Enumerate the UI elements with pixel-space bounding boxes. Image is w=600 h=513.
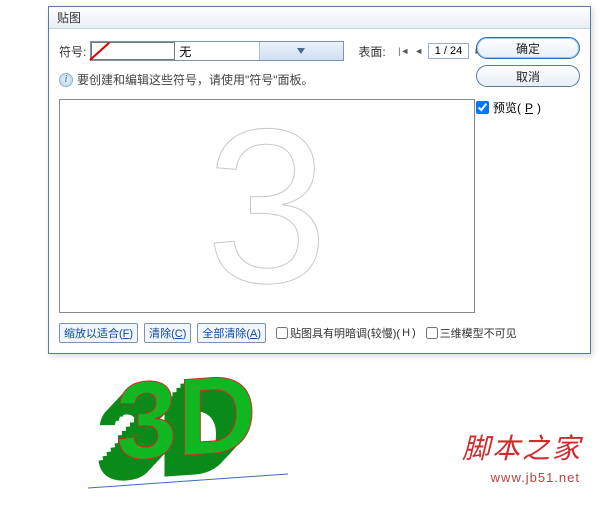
face-page-input[interactable]: 1 / 24: [428, 43, 470, 59]
preview-checkbox-input[interactable]: [476, 101, 489, 114]
clear-all-button[interactable]: 全部清除(A): [197, 323, 266, 343]
watermark-url: www.jb51.net: [491, 470, 580, 485]
symbol-combo[interactable]: 无: [90, 41, 344, 61]
scale-to-fit-button[interactable]: 缩放以适合(F): [59, 323, 138, 343]
preview-glyph: 3: [206, 99, 328, 313]
shade-artwork-checkbox[interactable]: 贴图具有明暗调(较慢)(H): [276, 325, 416, 341]
bottom-controls: 缩放以适合(F) 清除(C) 全部清除(A) 贴图具有明暗调(较慢)(H) 三维…: [59, 323, 580, 343]
dialog-body: 符号: 无 表面: |◄ ◄ 1 / 24 ► ►| 确定 取消: [49, 29, 590, 353]
dialog-titlebar[interactable]: 贴图: [49, 7, 590, 29]
svg-text:3D: 3D: [116, 370, 257, 484]
preview-checkbox[interactable]: 预览( P): [476, 99, 580, 116]
face-label: 表面:: [358, 43, 385, 60]
chevron-down-icon[interactable]: [259, 42, 343, 60]
invisible-geometry-checkbox[interactable]: 三维模型不可见: [426, 325, 517, 341]
invisible-label: 三维模型不可见: [440, 325, 517, 341]
invisible-checkbox-input[interactable]: [426, 327, 438, 339]
none-swatch-icon: [91, 42, 175, 60]
dialog-title: 贴图: [57, 9, 81, 26]
cancel-button[interactable]: 取消: [476, 65, 580, 87]
clear-button[interactable]: 清除(C): [144, 323, 191, 343]
info-icon: i: [59, 73, 73, 87]
ok-button[interactable]: 确定: [476, 37, 580, 59]
right-button-panel: 确定 取消 预览( P): [476, 37, 580, 116]
surface-preview: 3: [59, 99, 475, 313]
first-face-button[interactable]: |◄: [398, 44, 410, 58]
symbol-value: 无: [175, 43, 259, 60]
hint-text: 要创建和编辑这些符号，请使用"符号"面板。: [77, 71, 314, 88]
symbol-label: 符号:: [59, 43, 86, 60]
watermark-logo: 脚本之家: [462, 427, 582, 467]
preview-label-pre: 预览(: [493, 99, 521, 116]
preview-label-suf: ): [537, 101, 541, 115]
prev-face-button[interactable]: ◄: [413, 44, 425, 58]
shade-checkbox-input[interactable]: [276, 327, 288, 339]
map-art-dialog: 贴图 符号: 无 表面: |◄ ◄ 1 / 24 ► ►| 确定 取消: [48, 6, 591, 354]
canvas-3d-artwork: 3D 3D 3D 3D 3D 3D 3D: [88, 370, 308, 500]
preview-accel: P: [525, 101, 533, 115]
